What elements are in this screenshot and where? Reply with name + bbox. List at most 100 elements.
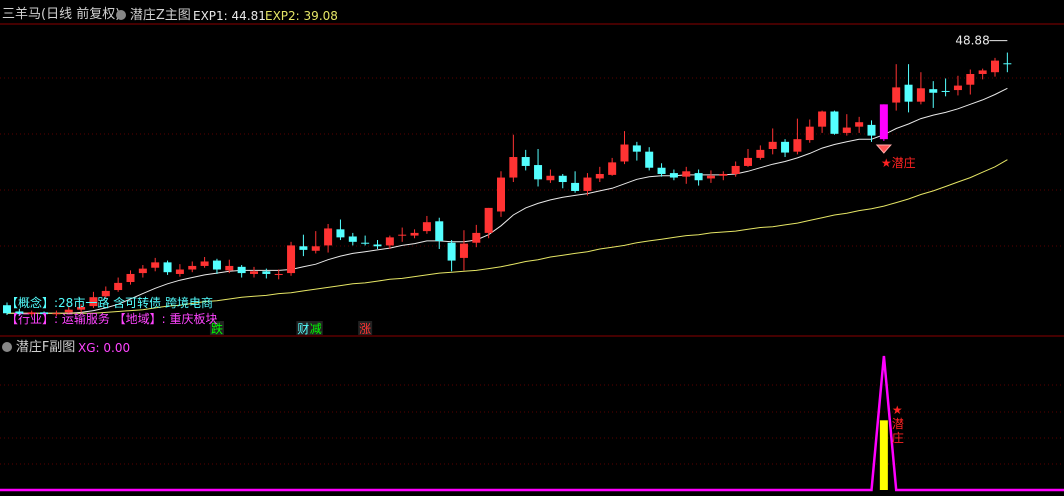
exp2-readout: EXP2: 39.08: [265, 9, 338, 23]
candle-body: [892, 87, 901, 103]
candle-body: [521, 157, 530, 166]
candle-body: [669, 173, 678, 178]
candle-body: [916, 88, 925, 102]
candle-body: [657, 167, 666, 174]
candle-body: [583, 177, 592, 191]
candle-body: [867, 124, 876, 136]
candle-body: [953, 85, 962, 91]
candle-body: [904, 84, 913, 102]
candle-body: [250, 271, 258, 274]
signal-star-label: ★潜庄: [881, 155, 916, 170]
marker-label: 涨: [359, 321, 371, 336]
candle-body: [694, 173, 703, 181]
candle-body: [385, 237, 394, 246]
xg-readout: XG: 0.00: [78, 341, 130, 355]
candle-body: [237, 266, 246, 274]
candle-body: [126, 273, 135, 283]
candle-body: [855, 122, 864, 127]
candle-body: [706, 175, 715, 179]
marker-label: 财: [297, 322, 309, 336]
candle-body: [1003, 63, 1012, 65]
candle-body: [682, 171, 691, 177]
industry-line: 【行业】: 运输服务 【地域】: 重庆板块: [6, 312, 218, 326]
marker-label: 减: [310, 322, 322, 336]
chart-stage: ★潜庄 48.88 跌财减涨 ★ 潜庄 三羊马(日线 前复权) 潜庄Z主图 EXP1: …: [0, 0, 1064, 496]
candle-body: [151, 262, 160, 268]
max-price-label: 48.88: [955, 34, 989, 48]
xg-label: XG:: [78, 341, 100, 355]
xg-line: [0, 355, 1064, 492]
candle-body: [805, 126, 814, 141]
candle-body: [509, 157, 518, 178]
candle-body: [212, 260, 221, 270]
sub-title: 潜庄F副图: [15, 340, 76, 355]
candle-body: [842, 127, 851, 133]
candle-body: [879, 104, 888, 140]
candle-body: [781, 141, 790, 153]
stock-title: 三羊马(日线 前复权): [2, 7, 121, 22]
exp1-line: [7, 87, 1008, 314]
candle-body: [497, 177, 505, 212]
candle-body: [793, 139, 802, 152]
candle-body: [299, 246, 308, 250]
candle-body: [818, 111, 827, 127]
collapse-icon[interactable]: [116, 10, 126, 20]
main-chart: ★潜庄48.88跌财减涨★潜庄: [0, 23, 1064, 492]
indicator-name: 潜庄Z主图: [129, 8, 191, 23]
candle-body: [311, 246, 320, 251]
candle-body: [534, 165, 543, 180]
sub-star-label: 潜: [892, 417, 904, 431]
candle-body: [620, 144, 629, 162]
indicator-toggle[interactable]: 潜庄Z主图: [116, 8, 191, 23]
candle-body: [991, 60, 999, 73]
candle-body: [608, 162, 617, 175]
candle-body: [114, 282, 123, 291]
exp1-value: 44.81: [231, 9, 266, 23]
candle-body: [287, 245, 296, 274]
exp2-label: EXP2:: [265, 9, 300, 23]
candle-body: [225, 265, 234, 271]
concept-line: 【概念】:28市一路 含可转债 跨境电商: [6, 296, 213, 310]
sub-star-label: 庄: [892, 430, 904, 445]
candle-body: [768, 141, 777, 149]
sub-collapse-icon[interactable]: [2, 342, 12, 352]
candle-body: [138, 268, 147, 274]
candle-body: [558, 175, 567, 183]
candle-body: [262, 271, 271, 274]
candle-body: [719, 173, 728, 176]
exp2-value: 39.08: [303, 9, 338, 23]
candle-body: [324, 228, 333, 246]
exp2-line: [7, 159, 1008, 314]
candle-body: [459, 243, 468, 258]
candle-body: [163, 262, 172, 273]
candle-body: [410, 232, 419, 236]
exp1-label: EXP1:: [193, 9, 228, 23]
candle-body: [744, 157, 752, 166]
candle-body: [941, 90, 950, 92]
candle-body: [966, 73, 975, 85]
candle-body: [274, 273, 283, 275]
candle-body: [348, 236, 357, 242]
sub-indicator-toggle[interactable]: 潜庄F副图: [2, 340, 75, 355]
candle-body: [336, 229, 345, 238]
candle-body: [422, 222, 431, 232]
candle-body: [447, 242, 456, 261]
signal-diamond-icon: [875, 144, 892, 154]
candle-body: [188, 265, 197, 270]
candle-body: [978, 70, 987, 74]
candle-body: [361, 242, 370, 244]
candle-body: [595, 173, 604, 179]
candle-body: [546, 175, 555, 181]
candle-body: [484, 207, 493, 233]
exp1-readout: EXP1: 44.81: [193, 9, 266, 23]
candle-body: [731, 165, 740, 174]
candle-body: [398, 234, 407, 236]
candle-body: [756, 149, 765, 158]
candle-body: [175, 269, 184, 274]
sub-star-icon: ★: [892, 403, 903, 417]
candle-body: [645, 151, 654, 168]
candle-body: [373, 244, 382, 247]
candle-body: [435, 221, 444, 241]
xg-value: 0.00: [103, 341, 131, 355]
xg-bar: [879, 420, 888, 490]
